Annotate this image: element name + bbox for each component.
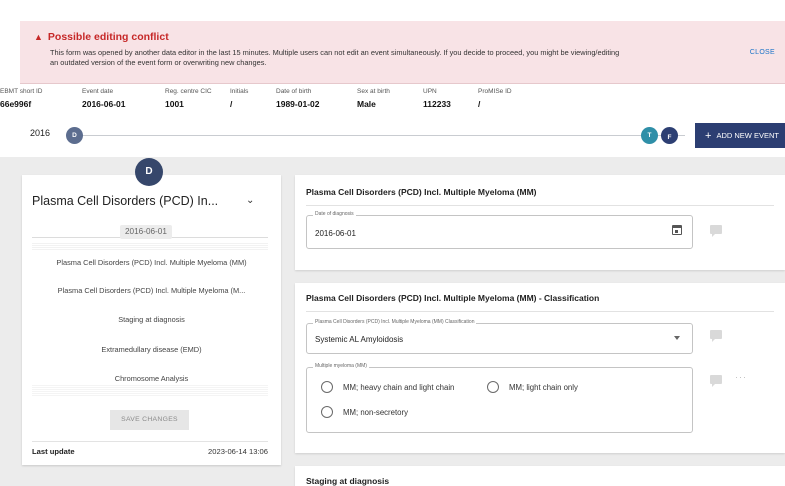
save-changes-button[interactable]: SAVE CHANGES (110, 410, 189, 430)
field-value: Systemic AL Amyloidosis (315, 335, 404, 344)
event-date-chip: 2016-06-01 (120, 225, 172, 239)
radio-mm-light-only[interactable]: MM; light chain only (487, 381, 578, 393)
field-label: Date of diagnosis (313, 211, 356, 217)
caret-down-icon[interactable] (674, 336, 680, 340)
info-promise-id: ProMISe ID / (478, 88, 512, 109)
multiple-myeloma-radio-group: Multiple myeloma (MM) MM; heavy chain an… (306, 363, 693, 433)
field-value: 2016-06-01 (315, 229, 356, 238)
section-title: Plasma Cell Disorders (PCD) Incl. Multip… (306, 293, 600, 303)
info-value: / (230, 99, 233, 109)
nav-item-pcd-mm[interactable]: Plasma Cell Disorders (PCD) Incl. Multip… (22, 258, 281, 267)
info-value: / (478, 99, 481, 109)
radio-circle-icon (321, 406, 333, 418)
section-staging: Staging at diagnosis (295, 466, 785, 486)
nav-item-staging[interactable]: Staging at diagnosis (22, 315, 281, 324)
comment-icon[interactable] (710, 225, 722, 237)
info-value: 1989-01-02 (276, 99, 320, 109)
info-value: 112233 (423, 99, 451, 109)
date-of-diagnosis-field[interactable]: Date of diagnosis 2016-06-01 (306, 211, 693, 249)
classification-select[interactable]: Plasma Cell Disorders (PCD) Incl. Multip… (306, 319, 693, 354)
info-centre-cic: Reg. centre CIC 1001 (165, 88, 212, 109)
section-pcd-mm-classification: Plasma Cell Disorders (PCD) Incl. Multip… (295, 283, 785, 453)
section-pcd-mm: Plasma Cell Disorders (PCD) Incl. Multip… (295, 175, 785, 270)
nav-item-pcd-mm-classification[interactable]: Plasma Cell Disorders (PCD) Incl. Multip… (22, 286, 281, 295)
radio-label: MM; light chain only (509, 382, 578, 392)
radio-label: MM; heavy chain and light chain (343, 382, 455, 392)
timeline-track (78, 135, 685, 136)
event-nav-card: Plasma Cell Disorders (PCD) In... ⌄ 2016… (22, 175, 281, 465)
field-label: Plasma Cell Disorders (PCD) Incl. Multip… (313, 319, 477, 325)
more-options-icon[interactable]: ··· (735, 372, 747, 382)
radio-mm-heavy-light[interactable]: MM; heavy chain and light chain (321, 381, 454, 393)
event-title: Plasma Cell Disorders (PCD) In... (32, 194, 219, 208)
add-new-event-button[interactable]: + ADD NEW EVENT (695, 123, 785, 148)
info-label: Reg. centre CIC (165, 88, 212, 95)
banner-message: This form was opened by another data edi… (50, 48, 740, 68)
info-value: Male (357, 99, 376, 109)
banner-title-text: Possible editing conflict (47, 31, 169, 43)
info-upn: UPN 112233 (423, 88, 451, 109)
field-label: Multiple myeloma (MM) (313, 363, 369, 369)
timeline-year: 2016 (30, 128, 51, 138)
divider (306, 311, 774, 312)
nav-item-emd[interactable]: Extramedullary disease (EMD) (22, 345, 281, 354)
last-update-label: Last update (32, 447, 75, 456)
add-new-event-label: ADD NEW EVENT (716, 131, 779, 140)
info-label: ProMISe ID (478, 88, 512, 95)
info-label: Event date (82, 88, 114, 95)
divider (32, 385, 268, 397)
divider (32, 243, 268, 251)
divider (306, 205, 774, 206)
section-title: Plasma Cell Disorders (PCD) Incl. Multip… (306, 187, 537, 197)
radio-circle-icon (321, 381, 333, 393)
banner-message-line2: an outdated version of the event form or… (50, 58, 267, 67)
timeline-event-f[interactable]: F (661, 127, 678, 144)
info-ebmt-id: EBMT short ID 66e996f (0, 88, 43, 109)
section-title: Staging at diagnosis (306, 476, 390, 486)
divider (32, 441, 268, 442)
close-button[interactable]: CLOSE (750, 49, 775, 56)
info-label: Sex at birth (357, 88, 390, 95)
editing-conflict-banner: ▲ Possible editing conflict This form was… (20, 21, 785, 84)
info-label: EBMT short ID (0, 88, 43, 95)
info-value: 2016-06-01 (82, 99, 126, 109)
info-label: Initials (230, 88, 249, 95)
comment-icon[interactable] (710, 375, 722, 387)
timeline-event-t[interactable]: T (641, 127, 658, 144)
calendar-icon[interactable] (672, 225, 682, 235)
info-label: UPN (423, 88, 437, 95)
radio-mm-non-secretory[interactable]: MM; non-secretory (321, 406, 408, 418)
info-value: 1001 (165, 99, 184, 109)
info-initials: Initials / (230, 88, 248, 109)
info-value: 66e996f (0, 99, 32, 109)
patient-info-bar: EBMT short ID 66e996f Event date 2016-06… (0, 88, 785, 118)
info-date-of-birth: Date of birth 1989-01-02 (276, 88, 319, 109)
warning-icon: ▲ (34, 32, 43, 42)
radio-circle-icon (487, 381, 499, 393)
plus-icon: + (705, 130, 712, 142)
timeline-event-d[interactable]: D (66, 127, 83, 144)
last-update-value: 2023-06-14 13:06 (208, 447, 268, 456)
banner-message-line1: This form was opened by another data edi… (50, 48, 620, 57)
event-timeline: 2016 D T F + ADD NEW EVENT (0, 120, 785, 157)
comment-icon[interactable] (710, 330, 722, 342)
banner-title: ▲ Possible editing conflict (34, 31, 169, 43)
event-marker: D (135, 158, 163, 186)
info-label: Date of birth (276, 88, 312, 95)
nav-item-chromosome[interactable]: Chromosome Analysis (22, 374, 281, 383)
info-event-date: Event date 2016-06-01 (82, 88, 125, 109)
chevron-down-icon[interactable]: ⌄ (246, 195, 254, 206)
radio-label: MM; non-secretory (343, 407, 408, 417)
info-sex: Sex at birth Male (357, 88, 390, 109)
